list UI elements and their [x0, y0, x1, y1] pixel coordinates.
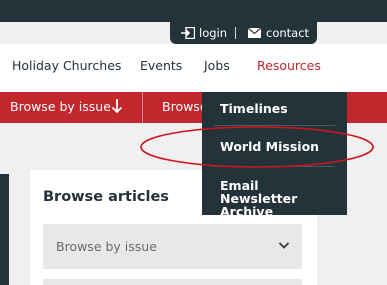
top-bar	[0, 0, 387, 22]
browse-button-partial[interactable]: Browse	[162, 99, 208, 114]
login-link[interactable]: login	[199, 26, 227, 40]
arrow-down-icon	[111, 99, 123, 114]
utility-menu: login contact	[170, 22, 317, 44]
browse-by-issue-button[interactable]: Browse by issue	[10, 99, 111, 114]
contact-link[interactable]: contact	[266, 26, 309, 40]
browse-articles-title: Browse articles	[43, 189, 169, 205]
browse-bar-divider	[142, 92, 143, 123]
nav-jobs[interactable]: Jobs	[204, 58, 230, 73]
next-select[interactable]	[43, 279, 302, 285]
menu-item-email-newsletter-archive[interactable]: Email Newsletter Archive	[220, 179, 338, 218]
chevron-down-icon	[278, 242, 290, 249]
highlight-annotation	[140, 126, 374, 168]
nav-resources[interactable]: Resources	[257, 58, 321, 73]
nav-events[interactable]: Events	[140, 58, 182, 73]
select-value: Browse by issue	[56, 239, 157, 254]
nav-holiday-churches[interactable]: Holiday Churches	[12, 58, 121, 73]
login-arrow-icon[interactable]	[181, 27, 195, 39]
envelope-icon[interactable]	[248, 28, 261, 38]
menu-item-timelines[interactable]: Timelines	[220, 102, 288, 115]
left-panel-edge	[0, 174, 9, 285]
utility-divider	[235, 27, 236, 39]
